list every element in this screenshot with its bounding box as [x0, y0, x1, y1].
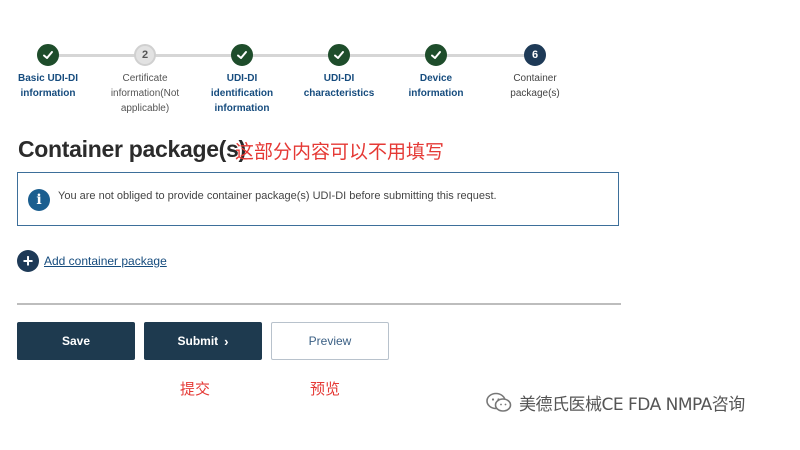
step-container-package[interactable]: 6 Container package(s)	[480, 40, 590, 101]
check-icon	[328, 44, 350, 66]
chevron-right-icon: ›	[224, 333, 229, 349]
submit-button-label: Submit	[177, 334, 219, 348]
step-certificate[interactable]: 2 Certificate information(Not applicable…	[90, 40, 200, 116]
step-udi-di-identification[interactable]: UDI-DI identification information	[187, 40, 297, 116]
step-label: Container package(s)	[510, 73, 560, 99]
divider	[17, 303, 621, 305]
check-icon	[425, 44, 447, 66]
step-label: UDI-DI identification information	[210, 73, 274, 114]
progress-stepper: Basic UDI-DI information 2 Certificate i…	[0, 40, 640, 120]
submit-button[interactable]: Submit ›	[144, 322, 262, 360]
check-icon	[231, 44, 253, 66]
annotation-submit: 提交	[180, 380, 211, 398]
step-udi-di-characteristics[interactable]: UDI-DI characteristics	[284, 40, 394, 101]
save-button-label: Save	[61, 334, 91, 348]
watermark: 美德氏医械CE FDA NMPA咨询	[485, 390, 745, 415]
step-device-information[interactable]: Device information	[381, 40, 491, 101]
step-label: Certificate information(Not applicable)	[110, 73, 180, 114]
step-basic-udi-di[interactable]: Basic UDI-DI information	[0, 40, 103, 101]
add-container-package-link[interactable]: Add container package	[44, 254, 167, 268]
step-number: 6	[524, 44, 546, 66]
page-title: Container package(s)	[18, 136, 246, 162]
step-label: Device information	[408, 73, 464, 99]
annotation-note: 这部分内容可以不用填写	[235, 141, 445, 163]
preview-button-label: Preview	[308, 334, 352, 348]
watermark-text: 美德氏医械CE FDA NMPA咨询	[519, 395, 745, 415]
step-label: UDI-DI characteristics	[303, 73, 375, 99]
check-icon	[37, 44, 59, 66]
step-label: Basic UDI-DI information	[17, 73, 78, 99]
plus-icon[interactable]: +	[17, 250, 39, 272]
info-box: i You are not obliged to provide contain…	[17, 172, 619, 226]
step-number: 2	[134, 44, 156, 66]
save-button[interactable]: Save	[17, 322, 135, 360]
annotation-preview: 预览	[310, 380, 341, 398]
wechat-icon	[486, 392, 512, 412]
info-icon: i	[28, 189, 50, 211]
preview-button[interactable]: Preview	[271, 322, 389, 360]
info-text: You are not obliged to provide container…	[58, 190, 497, 202]
